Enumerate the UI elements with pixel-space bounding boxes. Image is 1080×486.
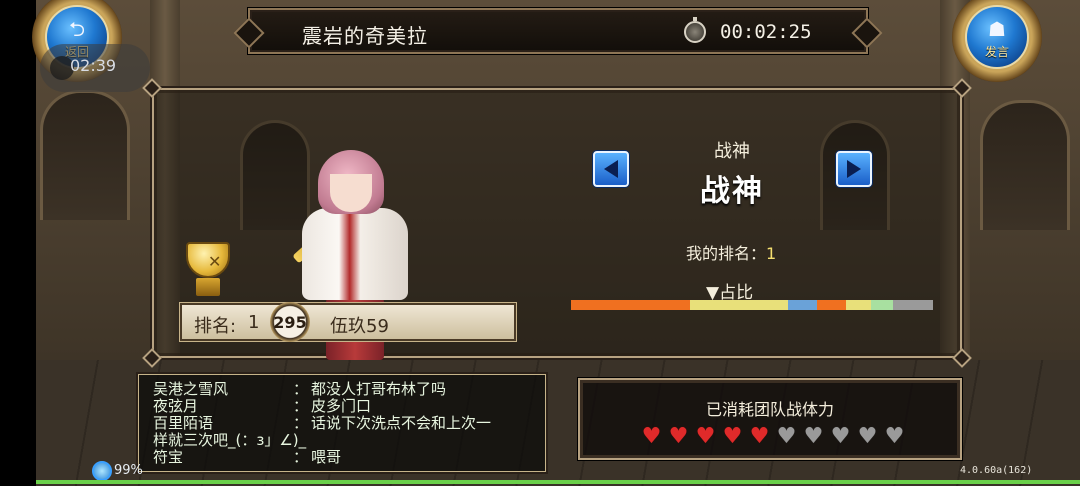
player-rank-bar: 排名: 1 295 伍玖59	[180, 302, 516, 342]
megaphone-icon: ☗	[988, 16, 1006, 41]
title-bar: 震岩的奇美拉 00:02:25	[248, 8, 868, 54]
player-name: 伍玖59	[330, 316, 389, 337]
heart-empty-icon: ♥	[857, 424, 878, 449]
my-rank-label: 我的排名：	[686, 244, 767, 263]
clock-overlay-time: 02:39	[70, 56, 117, 75]
chat-button-core[interactable]: ☗ 发言	[965, 5, 1029, 69]
heart-full-icon: ♥	[695, 424, 716, 449]
battery-icon	[92, 461, 112, 481]
return-arrow-icon: ⮌	[68, 16, 86, 41]
arrow-left-icon	[604, 160, 618, 178]
my-rank: 我的排名：1	[686, 240, 776, 264]
trophy-icon: ✕	[178, 240, 238, 300]
chat-text: 话说下次洗点不会和上次一	[311, 414, 492, 432]
heart-empty-icon: ♥	[803, 424, 824, 449]
chat-sender: 百里陌语	[153, 414, 214, 432]
rank-value: 1	[248, 312, 260, 333]
chat-text: 皮多门口	[311, 397, 372, 415]
chat-message: 吴港之雪风 ：都没人打哥布林了吗	[153, 380, 446, 398]
prev-class-button[interactable]	[593, 151, 629, 187]
chat-sender: 样就三次吧_(：з」∠)_	[153, 431, 307, 449]
chat-speak-button[interactable]: ☗ 发言	[950, 0, 1080, 86]
my-rank-value: 1	[766, 244, 777, 263]
chat-label: 发言	[984, 44, 1009, 59]
loading-progress	[36, 480, 1080, 484]
damage-share-bar	[571, 300, 933, 310]
share-segment	[817, 300, 847, 310]
trophy-cup: ✕	[186, 242, 230, 278]
chat-log[interactable]: 吴港之雪风：都没人打哥布林了吗 夜弦月：皮多门口 百里陌语：话说下次洗点不会和上次一…	[138, 374, 546, 472]
heart-full-icon: ♥	[641, 424, 662, 449]
loading-progress-fill	[36, 480, 1080, 484]
team-stamina-panel: 已消耗团队战体力 ♥ ♥ ♥ ♥ ♥ ♥ ♥ ♥ ♥ ♥	[578, 378, 962, 460]
heart-full-icon: ♥	[749, 424, 770, 449]
chat-separator: ：	[293, 448, 309, 466]
chat-separator: ：	[293, 414, 309, 432]
crossed-swords-icon: ✕	[208, 252, 222, 271]
stamina-title: 已消耗团队战体力	[705, 400, 834, 419]
arrow-right-icon	[847, 160, 861, 178]
chat-text: 都没人打哥布林了吗	[311, 380, 447, 398]
rank-label: 排名:	[194, 316, 237, 337]
share-segment	[893, 300, 933, 310]
version-label: 4.0.60a(162)	[960, 465, 1033, 476]
chat-sender: 吴港之雪风	[153, 380, 229, 398]
chat-sender: 符宝	[153, 448, 184, 466]
heart-empty-icon: ♥	[830, 424, 851, 449]
chat-message: 样就三次吧_(：з」∠)_	[153, 432, 306, 448]
character-body	[302, 208, 408, 300]
chat-message: 符宝 ：喂哥	[153, 448, 341, 466]
next-class-button[interactable]	[836, 151, 872, 187]
heart-full-icon: ♥	[722, 424, 743, 449]
share-segment	[571, 300, 691, 310]
share-segment	[690, 300, 789, 310]
castle-window	[980, 100, 1070, 230]
stamina-hearts: ♥ ♥ ♥ ♥ ♥ ♥ ♥ ♥ ♥ ♥	[640, 426, 906, 448]
chat-separator: ：	[293, 397, 309, 415]
trophy-base	[196, 278, 220, 296]
castle-window	[40, 90, 130, 220]
chat-text: 喂哥	[311, 448, 342, 466]
chat-separator: ：	[293, 380, 309, 398]
character-face	[330, 174, 372, 212]
chat-message: 夜弦月 ：皮多门口	[153, 397, 371, 415]
class-label-small: 战神	[714, 141, 750, 162]
stopwatch-icon	[684, 17, 706, 43]
heart-empty-icon: ♥	[776, 424, 797, 449]
battery-level: 99%	[114, 463, 143, 478]
level-badge: 295	[270, 302, 310, 342]
heart-full-icon: ♥	[668, 424, 689, 449]
share-segment	[846, 300, 872, 310]
heart-empty-icon: ♥	[884, 424, 905, 449]
battle-timer: 00:02:25	[720, 21, 812, 43]
chat-message: 百里陌语 ：话说下次洗点不会和上次一	[153, 414, 491, 432]
share-segment	[788, 300, 818, 310]
chat-sender: 夜弦月	[153, 397, 199, 415]
share-segment	[871, 300, 894, 310]
class-label-big: 战神	[700, 174, 764, 209]
map-title: 震岩的奇美拉	[302, 24, 428, 48]
